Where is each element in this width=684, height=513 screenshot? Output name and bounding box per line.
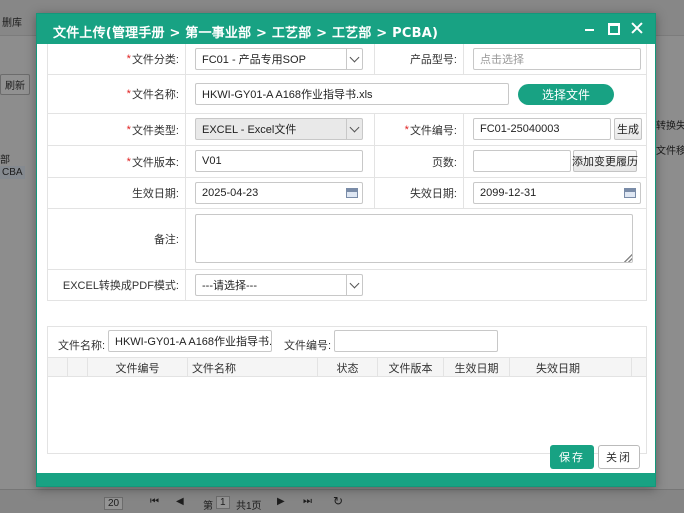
resize-grip-icon[interactable] — [624, 254, 632, 262]
product-model-input[interactable]: 点击选择 — [473, 48, 641, 70]
filetype-label: 文件类型: — [131, 124, 179, 137]
file-upload-dialog: 文件上传(管理手册 > 第一事业部 > 工艺部 > 工艺部 > PCBA) * 文… — [36, 13, 656, 487]
dialog-body: * 文件分类: FC01 - 产品专用SOP 产品型号: 点击选择 * 文件名称: … — [47, 44, 647, 454]
expire-label: 失效日期: — [409, 188, 457, 200]
pdf-mode-label: EXCEL转换成PDF模式: — [62, 280, 179, 292]
file-list-panel: 文件名称: HKWI-GY01-A A168作业指导书.xls 文件编号: 文件… — [47, 326, 647, 454]
search-no-label: 文件编号: — [284, 340, 332, 352]
version-input[interactable]: V01 — [195, 150, 363, 172]
form-row-filename: * 文件名称: HKWI-GY01-A A168作业指导书.xls 选择文件 — [48, 75, 646, 114]
grid-rownum-header — [48, 358, 68, 377]
dialog-footer: 保存 关闭 — [37, 442, 655, 472]
effective-label: 生效日期: — [131, 188, 179, 200]
grid-check-header[interactable] — [68, 358, 88, 377]
file-grid-header: 文件编号 文件名称 状态 文件版本 生效日期 失效日期 — [48, 357, 646, 377]
dialog-bottom-bar — [37, 473, 655, 486]
grid-col-status[interactable]: 状态 — [318, 358, 378, 377]
grid-col-expire[interactable]: 失效日期 — [510, 358, 632, 377]
chevron-down-icon[interactable] — [346, 275, 362, 295]
dialog-header[interactable]: 文件上传(管理手册 > 第一事业部 > 工艺部 > 工艺部 > PCBA) — [37, 14, 655, 44]
expire-date-input[interactable]: 2099-12-31 — [473, 182, 641, 204]
remark-textarea[interactable] — [195, 214, 633, 263]
form-row-filetype: * 文件类型: EXCEL - Excel文件 * 文件编号: FC01-25040… — [48, 114, 646, 146]
search-name-input[interactable]: HKWI-GY01-A A168作业指导书.xls — [108, 330, 272, 352]
generate-button[interactable]: 生成 — [614, 118, 642, 140]
search-name-label: 文件名称: — [58, 340, 106, 352]
form-row-remark: 备注: — [48, 209, 646, 270]
filetype-select[interactable]: EXCEL - Excel文件 — [195, 118, 363, 140]
choose-file-button[interactable]: 选择文件 — [518, 84, 614, 105]
filename-input[interactable]: HKWI-GY01-A A168作业指导书.xls — [195, 83, 509, 105]
grid-col-effective[interactable]: 生效日期 — [444, 358, 510, 377]
dialog-title: 文件上传(管理手册 > 第一事业部 > 工艺部 > 工艺部 > PCBA) — [53, 26, 439, 41]
form-row-version: * 文件版本: V01 页数: 添加变更履历 — [48, 146, 646, 178]
upload-form: * 文件分类: FC01 - 产品专用SOP 产品型号: 点击选择 * 文件名称: … — [47, 44, 647, 301]
form-row-dates: 生效日期: 2025-04-23 失效日期: 2099-12-31 — [48, 178, 646, 209]
maximize-icon[interactable] — [607, 20, 620, 36]
close-icon[interactable] — [630, 20, 643, 36]
effective-date-input[interactable]: 2025-04-23 — [195, 182, 363, 204]
add-history-button[interactable]: 添加变更履历 — [572, 150, 638, 172]
fileno-label: 文件编号: — [409, 124, 457, 137]
calendar-icon[interactable] — [346, 188, 358, 198]
save-button[interactable]: 保存 — [550, 445, 594, 469]
category-select[interactable]: FC01 - 产品专用SOP — [195, 48, 363, 70]
model-label: 产品型号: — [409, 54, 457, 66]
calendar-icon[interactable] — [624, 188, 636, 198]
chevron-down-icon[interactable] — [346, 49, 362, 69]
grid-col-filename[interactable]: 文件名称 — [188, 358, 318, 377]
form-row-pdf-mode: EXCEL转换成PDF模式: ---请选择--- — [48, 270, 646, 301]
minimize-icon[interactable] — [584, 20, 597, 36]
version-label: 文件版本: — [131, 156, 179, 169]
close-button[interactable]: 关闭 — [598, 445, 640, 469]
fileno-input[interactable]: FC01-25040003 — [473, 118, 611, 140]
pdf-mode-select[interactable]: ---请选择--- — [195, 274, 363, 296]
pages-label: 页数: — [431, 156, 457, 169]
search-no-input[interactable] — [334, 330, 498, 352]
grid-col-fileno[interactable]: 文件编号 — [88, 358, 188, 377]
form-row-category: * 文件分类: FC01 - 产品专用SOP 产品型号: 点击选择 — [48, 44, 646, 75]
category-label: 文件分类: — [131, 54, 179, 66]
chevron-down-icon[interactable] — [346, 119, 362, 139]
grid-col-version[interactable]: 文件版本 — [378, 358, 444, 377]
filename-label: 文件名称: — [131, 89, 179, 101]
remark-label: 备注: — [153, 234, 179, 246]
pages-input[interactable] — [473, 150, 571, 172]
